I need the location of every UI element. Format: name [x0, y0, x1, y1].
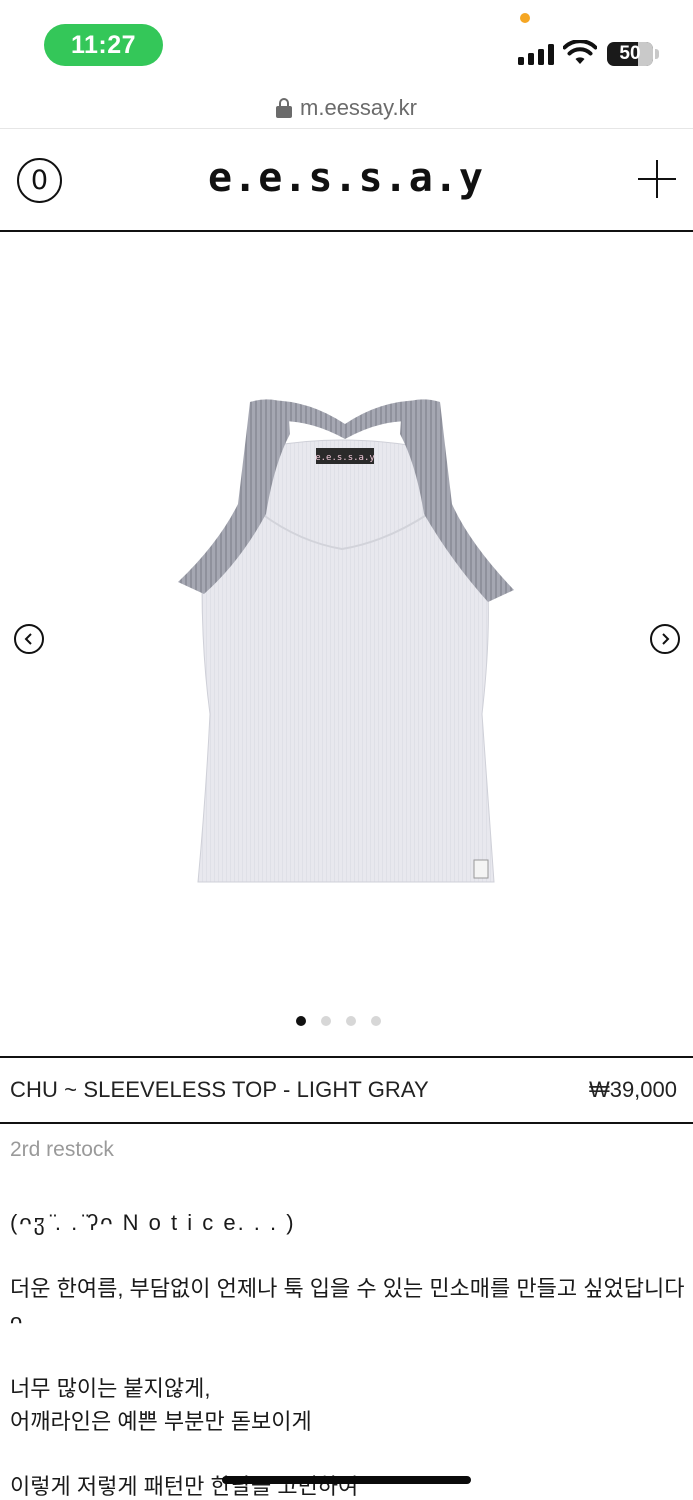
gallery-dot[interactable] [321, 1016, 331, 1026]
menu-plus-icon[interactable] [638, 160, 676, 198]
product-image-sleeveless-top: e.e.s.s.a.y [178, 399, 514, 883]
cart-count-button[interactable]: 0 [17, 158, 62, 203]
description-line: 너무 많이는 붙지않게, [10, 1376, 211, 1401]
description-line: 어깨라인은 예쁜 부분만 돋보이게 [10, 1409, 312, 1434]
description-paragraph: 너무 많이는 붙지않게, 어깨라인은 예쁜 부분만 돋보이게 [10, 1372, 685, 1438]
gallery-dot[interactable] [346, 1016, 356, 1026]
address-bar[interactable]: m.eessay.kr [0, 90, 693, 126]
status-time: 11:27 [44, 24, 163, 66]
divider [0, 128, 693, 129]
privacy-indicator-dot [520, 13, 530, 23]
url-text: m.eessay.kr [300, 95, 417, 120]
product-gallery[interactable]: e.e.s.s.a.y [0, 234, 693, 1056]
battery-percent: 50 [619, 43, 641, 64]
gallery-pagination [0, 1016, 685, 1026]
description-paragraph: 더운 한여름, 부담없이 언제나 툭 입을 수 있는 민소매를 만들고 싶었답니… [10, 1276, 685, 1334]
product-title-row: CHU ~ SLEEVELESS TOP - LIGHT GRAY ₩39,00… [0, 1056, 693, 1124]
wifi-icon [563, 40, 597, 64]
description-paragraph: 이렇게 저렇게 패턴만 한달을 고민하여 [10, 1474, 359, 1499]
gallery-dot[interactable] [371, 1016, 381, 1026]
product-price: ₩39,000 [588, 1077, 677, 1102]
garment-label-text: e.e.s.s.a.y [315, 453, 375, 463]
site-logo[interactable]: e.e.s.s.a.y [208, 148, 483, 208]
gallery-dot[interactable] [296, 1016, 306, 1026]
home-indicator[interactable] [222, 1476, 471, 1484]
product-name: CHU ~ SLEEVELESS TOP - LIGHT GRAY [10, 1077, 429, 1102]
battery-icon: 50 [607, 42, 653, 66]
site-header: 0 e.e.s.s.a.y [0, 130, 693, 232]
chevron-right-icon [662, 633, 670, 645]
product-subtitle: 2rd restock [10, 1138, 114, 1161]
description-notice: (ᴖჳ ̈. . ̈ʔᴖ N o t i c e. . . ) [10, 1210, 296, 1235]
gallery-next-button[interactable] [650, 624, 680, 654]
gallery-prev-button[interactable] [14, 624, 44, 654]
lock-icon [276, 98, 293, 118]
status-bar: 11:27 50 [0, 0, 693, 88]
cellular-signal-icon [518, 43, 554, 65]
chevron-left-icon [24, 633, 32, 645]
